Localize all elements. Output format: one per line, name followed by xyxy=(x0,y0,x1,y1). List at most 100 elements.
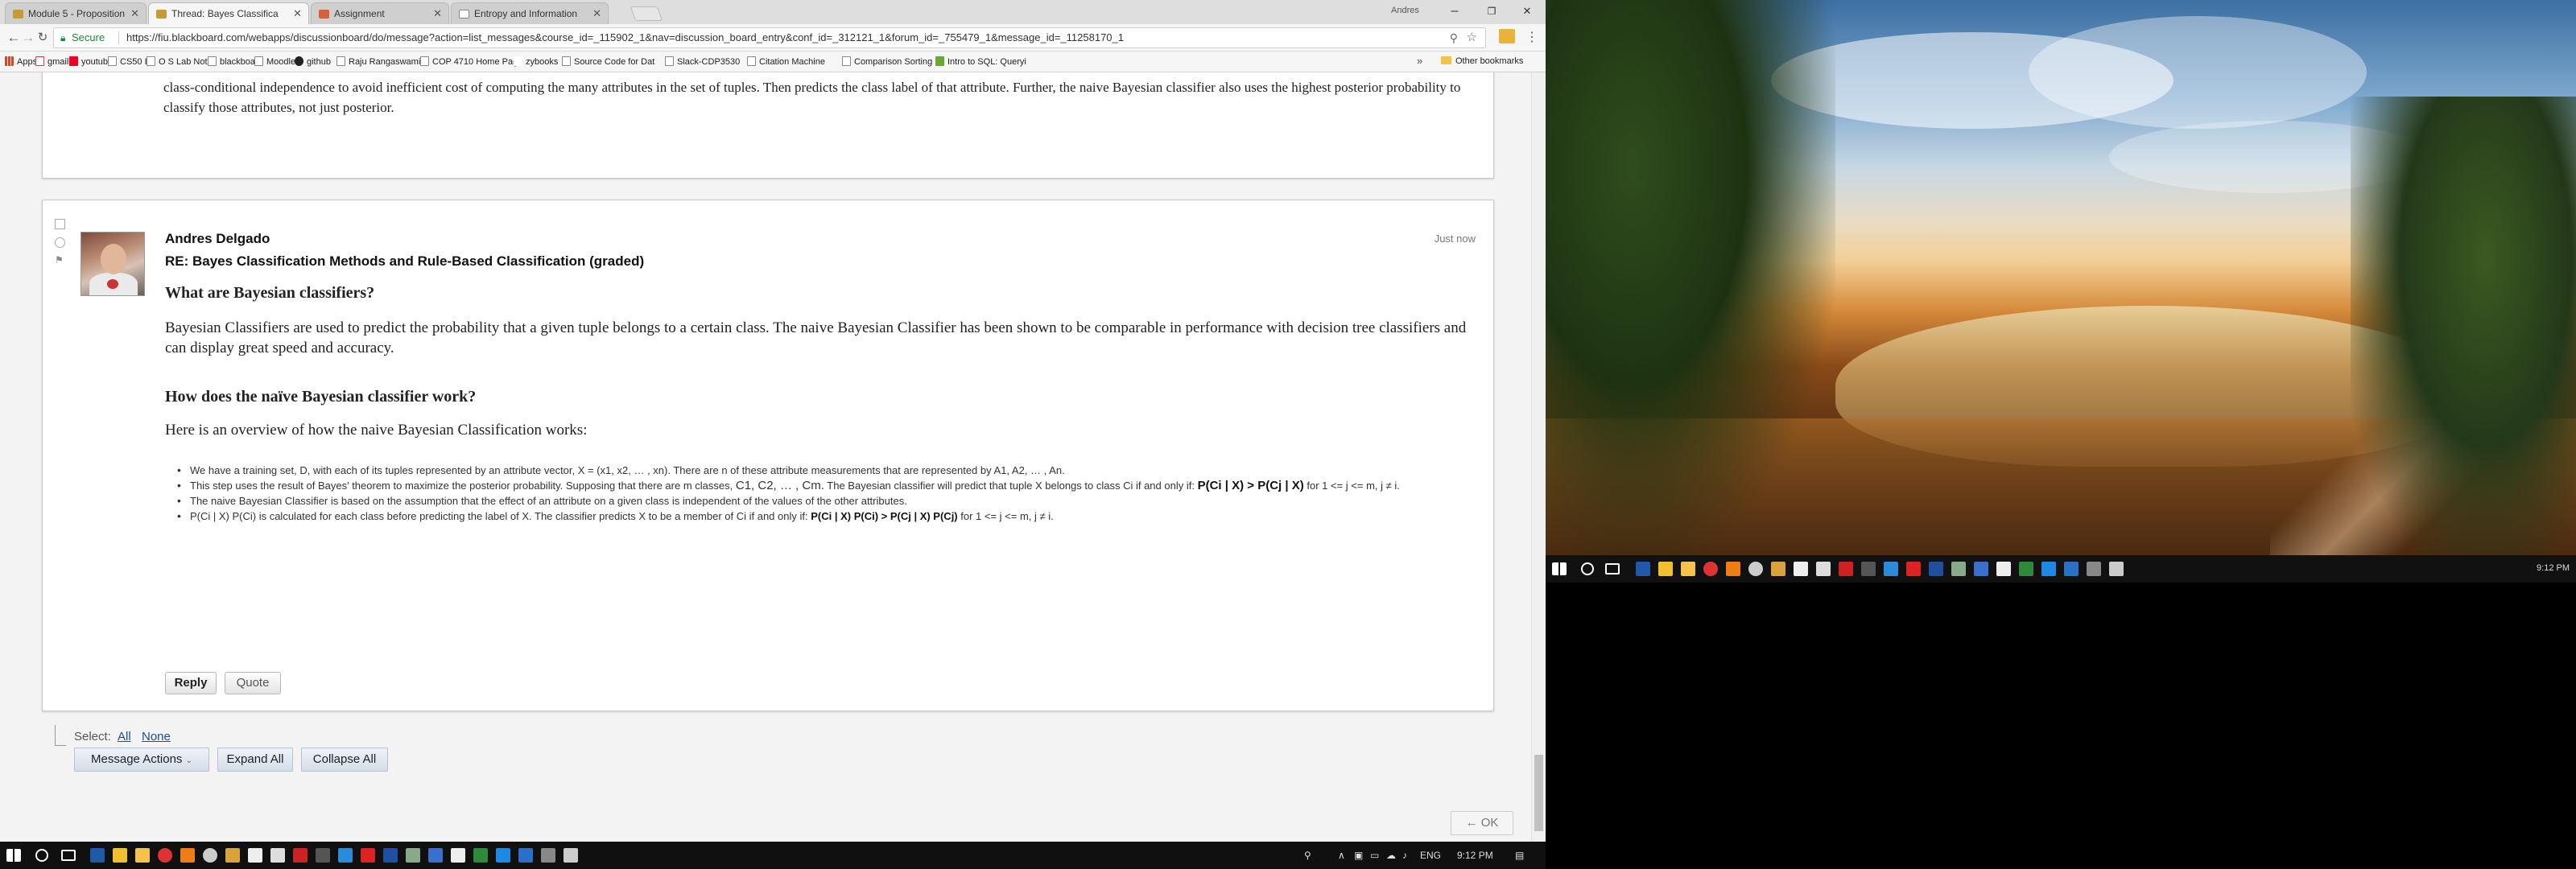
bookmark-moodle[interactable]: Moodle xyxy=(254,56,295,67)
tab-assignment[interactable]: Assignment ✕ xyxy=(311,2,449,24)
app-icon[interactable] xyxy=(1884,562,1898,576)
taskbar-clock[interactable]: 9:12 PM xyxy=(2537,563,2570,573)
mail-icon[interactable] xyxy=(1794,562,1808,576)
settings-icon[interactable] xyxy=(1748,562,1763,576)
app-icon[interactable] xyxy=(406,848,420,863)
search-icon[interactable]: ⚲ xyxy=(1450,28,1458,47)
chrome-icon[interactable] xyxy=(1703,562,1718,576)
quote-button[interactable]: Quote xyxy=(225,672,281,694)
app-icon[interactable] xyxy=(361,848,375,863)
bookmark-raju[interactable]: Raju Rangaswami xyxy=(336,56,420,67)
battery-icon[interactable]: ▭ xyxy=(1370,850,1379,861)
bookmark-comparison-sorting[interactable]: Comparison Sorting xyxy=(842,56,932,67)
reload-icon[interactable]: ↻ xyxy=(34,29,52,47)
app-icon[interactable] xyxy=(338,848,353,863)
minimize-button[interactable]: – xyxy=(1436,0,1473,24)
calendar-icon[interactable] xyxy=(1816,562,1831,576)
extension-folder-icon[interactable] xyxy=(1499,29,1515,43)
new-tab-button[interactable] xyxy=(630,6,663,21)
reply-button[interactable]: Reply xyxy=(165,672,217,694)
network-icon[interactable]: ▣ xyxy=(1354,850,1363,861)
app-icon[interactable] xyxy=(225,848,240,863)
url-text[interactable]: https://fiu.blackboard.com/webapps/discu… xyxy=(126,28,1124,47)
app-icon[interactable] xyxy=(1929,562,1943,576)
edge-icon[interactable] xyxy=(518,848,533,863)
app-icon[interactable] xyxy=(451,848,465,863)
app-icon[interactable] xyxy=(2041,562,2056,576)
app-icon[interactable] xyxy=(1839,562,1853,576)
close-tab-icon[interactable]: ✕ xyxy=(592,7,601,20)
app-icon[interactable] xyxy=(428,848,443,863)
bookmark-citation[interactable]: Citation Machine xyxy=(747,56,825,67)
file-explorer-icon[interactable] xyxy=(1681,562,1695,576)
file-explorer-icon[interactable] xyxy=(135,848,150,863)
profile-name[interactable]: Andres xyxy=(1391,6,1419,15)
language-indicator[interactable]: ENG xyxy=(1420,850,1441,861)
app-icon[interactable] xyxy=(1771,562,1785,576)
app-icon[interactable] xyxy=(2109,562,2124,576)
bookmark-source-code[interactable]: Source Code for Dat xyxy=(562,56,654,67)
close-tab-icon[interactable]: ✕ xyxy=(293,7,302,20)
bookmark-gmail[interactable]: gmail xyxy=(35,56,68,67)
mark-read-radio[interactable] xyxy=(55,237,65,248)
vlc-icon[interactable] xyxy=(1726,562,1740,576)
app-icon[interactable] xyxy=(113,848,127,863)
task-view-icon[interactable] xyxy=(1605,563,1620,575)
ok-button[interactable]: ← OK xyxy=(1451,811,1513,835)
tab-entropy[interactable]: Entropy and Information ✕ xyxy=(451,2,609,24)
app-icon[interactable] xyxy=(496,848,510,863)
mail-icon[interactable] xyxy=(248,848,262,863)
bookmark-apps[interactable]: Apps xyxy=(5,56,37,67)
menu-kebab-icon[interactable]: ⋮ xyxy=(1523,29,1541,47)
app-icon[interactable] xyxy=(1658,562,1673,576)
people-icon[interactable]: ⚲ xyxy=(1304,850,1311,861)
collapse-all-button[interactable]: Collapse All xyxy=(301,748,388,772)
tab-thread[interactable]: Thread: Bayes Classifica ✕ xyxy=(148,2,309,24)
address-bar[interactable]: 🔒︎ Secure https://fiu.blackboard.com/web… xyxy=(53,27,1486,48)
expand-all-button[interactable]: Expand All xyxy=(217,748,293,772)
task-view-icon[interactable] xyxy=(61,850,76,861)
app-icon[interactable] xyxy=(1974,562,1988,576)
app-icon[interactable] xyxy=(564,848,578,863)
bookmark-intro-sql[interactable]: Intro to SQL: Queryi xyxy=(935,56,1026,67)
app-icon[interactable] xyxy=(316,848,330,863)
photos-icon[interactable] xyxy=(2087,562,2101,576)
message-actions-dropdown[interactable]: Message Actions ⌄ xyxy=(74,748,209,772)
scrollbar-thumb[interactable] xyxy=(1534,755,1543,831)
bookmark-slack[interactable]: Slack-CDP3530 xyxy=(665,56,740,67)
app-icon[interactable] xyxy=(473,848,488,863)
taskbar-clock[interactable]: 9:12 PM xyxy=(1457,850,1493,861)
close-window-button[interactable]: ✕ xyxy=(1509,0,1546,24)
bookmark-youtube[interactable]: youtube xyxy=(69,56,113,67)
calendar-icon[interactable] xyxy=(270,848,285,863)
select-all-link[interactable]: All xyxy=(118,730,131,743)
app-icon[interactable] xyxy=(90,848,105,863)
cortana-icon[interactable] xyxy=(35,849,48,862)
close-tab-icon[interactable]: ✕ xyxy=(130,7,139,20)
chrome-icon[interactable] xyxy=(158,848,172,863)
flag-icon[interactable]: ⚑ xyxy=(55,254,65,266)
app-icon[interactable] xyxy=(1996,562,2011,576)
onedrive-icon[interactable]: ☁ xyxy=(1386,850,1396,861)
edge-icon[interactable] xyxy=(2064,562,2079,576)
windows-start-icon[interactable] xyxy=(1552,562,1567,575)
maximize-button[interactable]: ❐ xyxy=(1473,0,1510,24)
bookmark-cop4710[interactable]: COP 4710 Home Pag xyxy=(420,56,518,67)
app-icon[interactable] xyxy=(383,848,398,863)
bookmarks-overflow-chevron-icon[interactable]: » xyxy=(1417,55,1422,67)
app-icon[interactable] xyxy=(1906,562,1921,576)
volume-icon[interactable]: ♪ xyxy=(1402,850,1407,861)
vlc-icon[interactable] xyxy=(180,848,195,863)
app-icon[interactable] xyxy=(1951,562,1966,576)
chevron-up-icon[interactable]: ∧ xyxy=(1338,850,1345,861)
close-tab-icon[interactable]: ✕ xyxy=(433,7,442,20)
photos-icon[interactable] xyxy=(541,848,555,863)
bookmark-os-lab[interactable]: O S Lab Notes xyxy=(147,56,217,67)
notification-center-icon[interactable]: ▤ xyxy=(1515,850,1524,861)
select-none-link[interactable]: None xyxy=(142,730,171,743)
tab-module5[interactable]: Module 5 - Proposition ✕ xyxy=(5,2,147,24)
settings-icon[interactable] xyxy=(203,848,217,863)
app-icon[interactable] xyxy=(293,848,308,863)
app-icon[interactable] xyxy=(2019,562,2033,576)
bookmark-github[interactable]: github xyxy=(295,56,331,67)
